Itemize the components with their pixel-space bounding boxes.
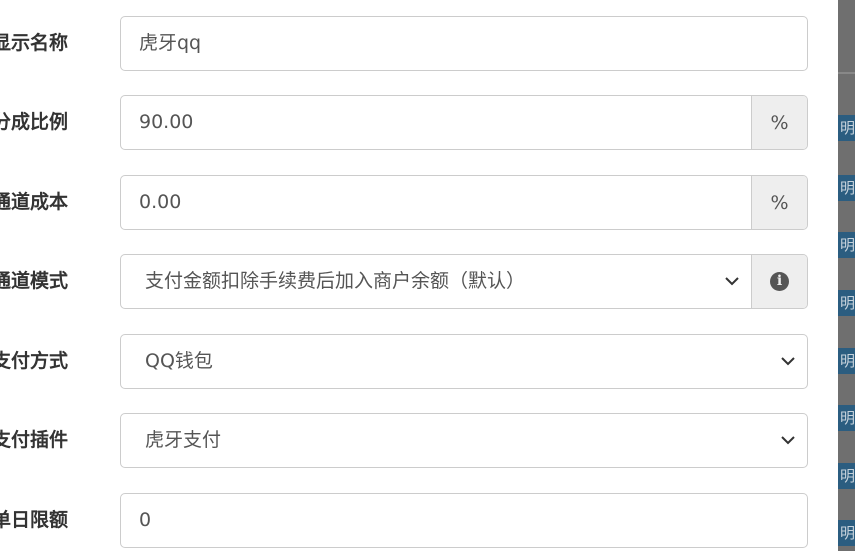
background-cell: 明 (838, 348, 855, 374)
form-row-daily-limit: 单日限额 0 (0, 493, 838, 551)
daily-limit-label: 单日限额 (0, 509, 69, 531)
display-name-input[interactable]: 虎牙qq (120, 16, 808, 71)
channel-cost-input[interactable]: 0.00 (121, 176, 751, 229)
display-name-label: 显示名称 (0, 32, 69, 54)
channel-mode-group: 支付金额扣除手续费后加入商户余额（默认） i (120, 254, 808, 309)
form-row-pay-plugin: 支付插件 虎牙支付 (0, 413, 838, 471)
pay-method-value: QQ钱包 (145, 350, 213, 372)
channel-cost-label: 通道成本 (0, 191, 69, 213)
chevron-down-icon[interactable] (713, 255, 751, 308)
pay-plugin-label: 支付插件 (0, 429, 69, 451)
form-row-channel-cost: 通道成本 0.00 % (0, 175, 838, 233)
form-row-share-ratio: 分成比例 90.00 % (0, 95, 838, 153)
channel-edit-modal: 显示名称 虎牙qq 分成比例 90.00 % 通道成本 0.00 % 通道模式 … (0, 0, 838, 551)
background-cell: 明 (838, 115, 855, 141)
chevron-down-icon (769, 414, 807, 467)
info-circle-icon[interactable]: i (770, 272, 789, 291)
background-cell: 明 (838, 175, 855, 201)
share-ratio-input-group: 90.00 % (120, 95, 808, 150)
background-cell: 明 (838, 290, 855, 316)
daily-limit-value: 0 (139, 509, 152, 531)
background-cell: 明 (838, 405, 855, 431)
pay-method-label: 支付方式 (0, 350, 69, 372)
background-cell: 明 (838, 463, 855, 489)
form-row-display-name: 显示名称 虎牙qq (0, 16, 838, 74)
share-ratio-label: 分成比例 (0, 111, 69, 133)
info-addon[interactable]: i (751, 255, 807, 308)
background-divider (838, 72, 855, 74)
pay-plugin-value: 虎牙支付 (145, 429, 222, 451)
share-ratio-input[interactable]: 90.00 (121, 96, 751, 149)
display-name-value: 虎牙qq (139, 32, 202, 54)
form-row-channel-mode: 通道模式 支付金额扣除手续费后加入商户余额（默认） i (0, 254, 838, 312)
percent-addon: % (751, 96, 807, 149)
chevron-down-icon (769, 335, 807, 388)
daily-limit-input[interactable]: 0 (120, 493, 808, 548)
background-cell: 明 (838, 520, 855, 546)
background-cell: 明 (838, 232, 855, 258)
channel-mode-select[interactable]: 支付金额扣除手续费后加入商户余额（默认） (121, 255, 713, 308)
modal-backdrop: 明 明 明 明 明 明 明 明 (838, 0, 855, 551)
channel-mode-label: 通道模式 (0, 270, 69, 292)
pay-plugin-select[interactable]: 虎牙支付 (120, 413, 808, 468)
pay-method-select[interactable]: QQ钱包 (120, 334, 808, 389)
percent-addon: % (751, 176, 807, 229)
channel-cost-input-group: 0.00 % (120, 175, 808, 230)
form-row-pay-method: 支付方式 QQ钱包 (0, 334, 838, 392)
